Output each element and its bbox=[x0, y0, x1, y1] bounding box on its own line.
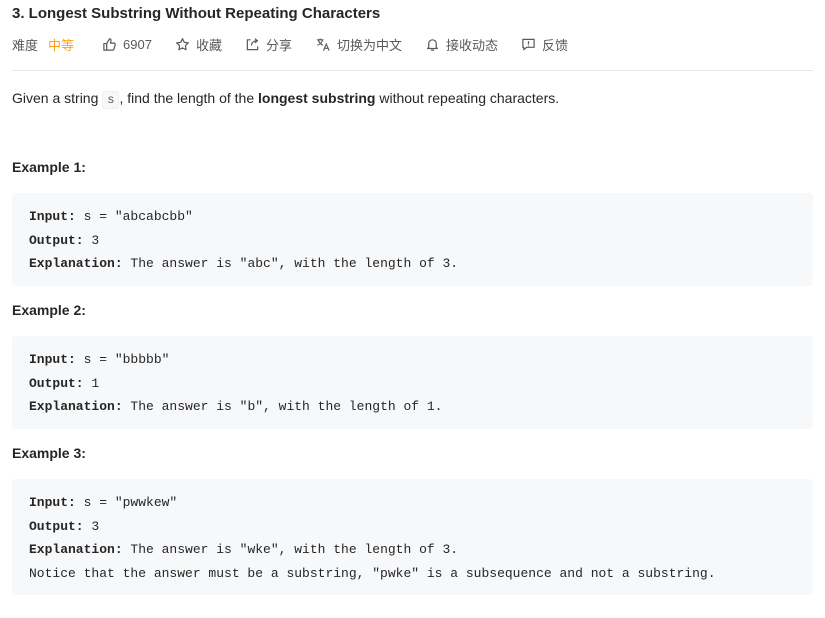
feedback-label: 反馈 bbox=[542, 37, 569, 53]
output-value: 1 bbox=[83, 375, 100, 391]
description-middle: , find the length of the bbox=[119, 90, 259, 106]
explanation-key: Explanation: bbox=[29, 399, 123, 414]
favorite-button[interactable]: 收藏 bbox=[175, 35, 222, 54]
example-input-line: Input: s = "abcabcbb" bbox=[29, 205, 796, 229]
example-title: Example 1: bbox=[12, 159, 86, 175]
explanation-value: The answer is "wke", with the length of … bbox=[122, 542, 459, 557]
example-output-line: Output: 3 bbox=[29, 515, 796, 539]
feedback-icon bbox=[522, 38, 535, 50]
example-explanation-line: Explanation: The answer is "b", with the… bbox=[29, 395, 796, 419]
output-value: 3 bbox=[83, 232, 100, 248]
output-key: Output: bbox=[29, 375, 84, 391]
explanation-value: The answer is "abc", with the length of … bbox=[122, 256, 459, 271]
output-key: Output: bbox=[29, 518, 84, 534]
translate-button[interactable]: 切换为中文 bbox=[315, 35, 402, 54]
favorite-label: 收藏 bbox=[195, 37, 222, 53]
inline-code: s bbox=[102, 91, 120, 109]
explanation-key: Explanation: bbox=[29, 256, 123, 271]
feedback-button[interactable]: 反馈 bbox=[521, 35, 568, 54]
share-label: 分享 bbox=[265, 37, 292, 53]
difficulty-label: 难度 bbox=[12, 37, 39, 53]
translate-icon bbox=[316, 37, 330, 51]
problem-description: Given a string s, find the length of the… bbox=[12, 88, 559, 110]
header-divider bbox=[12, 70, 813, 71]
translate-label: 切换为中文 bbox=[336, 37, 402, 53]
share-button[interactable]: 分享 bbox=[245, 35, 292, 54]
problem-title: 3. Longest Substring Without Repeating C… bbox=[12, 5, 381, 22]
example-output-line: Output: 1 bbox=[29, 372, 796, 396]
input-value: s = "abcabcbb" bbox=[75, 209, 193, 224]
description-bold: longest substring bbox=[258, 90, 376, 106]
example-explanation-line: Explanation: The answer is "wke", with t… bbox=[29, 538, 796, 562]
example-input-line: Input: s = "bbbbb" bbox=[29, 348, 796, 372]
example-title: Example 3: bbox=[12, 445, 86, 461]
example-block: Input: s = "abcabcbb" Output: 3 Explanat… bbox=[12, 193, 813, 286]
output-value: 3 bbox=[83, 518, 100, 534]
description-prefix: Given a string bbox=[12, 90, 103, 106]
star-icon bbox=[176, 37, 189, 50]
output-key: Output: bbox=[29, 232, 84, 248]
example-block: Input: s = "pwwkew" Output: 3 Explanatio… bbox=[12, 479, 813, 595]
input-key: Input: bbox=[29, 352, 76, 367]
subscribe-label: 接收动态 bbox=[446, 37, 499, 53]
example-explanation-line: Explanation: The answer is "abc", with t… bbox=[29, 252, 796, 276]
explanation-key: Explanation: bbox=[29, 542, 123, 557]
share-icon bbox=[246, 37, 259, 50]
example-block: Input: s = "bbbbb" Output: 1 Explanation… bbox=[12, 336, 813, 429]
description-suffix: without repeating characters. bbox=[375, 90, 560, 106]
example-title: Example 2: bbox=[12, 302, 86, 318]
input-key: Input: bbox=[29, 209, 76, 224]
example-note-line: Notice that the answer must be a substri… bbox=[29, 565, 716, 581]
subscribe-button[interactable]: 接收动态 bbox=[425, 35, 498, 54]
like-button[interactable]: 6907 bbox=[102, 37, 152, 52]
input-key: Input: bbox=[29, 495, 76, 510]
example-input-line: Input: s = "pwwkew" bbox=[29, 491, 796, 515]
bell-icon bbox=[427, 38, 438, 51]
difficulty-badge: 中等 bbox=[48, 37, 75, 53]
example-output-line: Output: 3 bbox=[29, 229, 796, 253]
input-value: s = "bbbbb" bbox=[75, 352, 170, 367]
input-value: s = "pwwkew" bbox=[75, 495, 178, 510]
problem-meta-bar: 难度 中等 6907 收藏 分享 切换为中文 接收动态 反馈 bbox=[12, 34, 591, 54]
explanation-value: The answer is "b", with the length of 1. bbox=[122, 399, 443, 414]
like-count: 6907 bbox=[123, 36, 152, 52]
thumbs-up-icon bbox=[103, 37, 116, 51]
